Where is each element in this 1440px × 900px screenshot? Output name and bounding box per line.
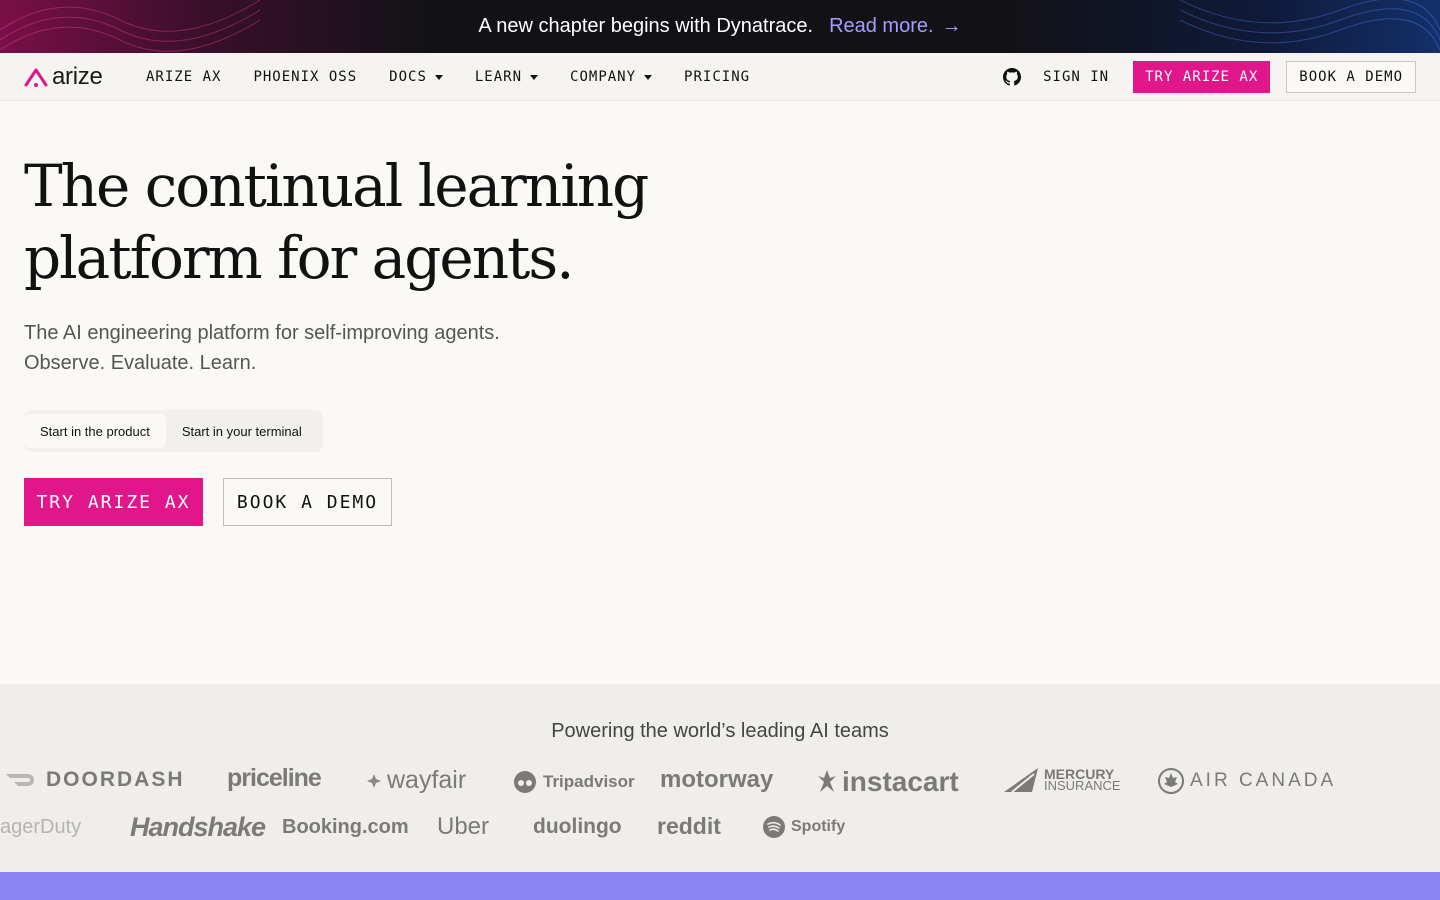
- hero-title-line-1: The continual learning: [24, 152, 649, 220]
- nav-item-phoenix-oss[interactable]: PHOENIX OSS: [253, 69, 357, 85]
- nav-item-arize-ax[interactable]: ARIZE AX: [146, 69, 221, 85]
- motorway-logo: motorway: [660, 766, 773, 794]
- booking-logo: Booking.com: [282, 816, 409, 839]
- brand-name: Booking.com: [282, 816, 409, 838]
- announcement-text: A new chapter begins with Dynatrace.: [478, 15, 814, 37]
- spotify-icon: [763, 816, 785, 838]
- duolingo-logo: duolingo: [533, 815, 622, 839]
- handshake-logo: Handshake: [130, 812, 266, 843]
- nav-item-label: LEARN: [474, 69, 523, 85]
- nav-item-label: ARIZE AX: [146, 69, 222, 85]
- uber-logo: Uber: [437, 813, 489, 841]
- instacart-logo: instacart: [818, 766, 959, 798]
- brand-name: agerDuty: [0, 816, 82, 838]
- wayfair-pinwheel-icon: [367, 773, 381, 788]
- brand-name: Handshake: [130, 812, 266, 842]
- nav-try-arize-button[interactable]: TRY ARIZE AX: [1133, 61, 1271, 93]
- caret-down-icon: [434, 74, 443, 80]
- main-nav: arize ARIZE AX PHOENIX OSS DOCS LEARN CO…: [0, 53, 1440, 101]
- mercury-wing-icon: [1004, 768, 1038, 792]
- mercury-insurance-logo: MERCURY INSURANCE: [1004, 767, 1121, 793]
- brand-name: Spotify: [791, 818, 846, 835]
- brand-name: duolingo: [533, 815, 622, 838]
- announcement-read-more-link[interactable]: Read more. →: [829, 15, 962, 38]
- doordash-icon: [6, 774, 34, 786]
- logos-heading: Powering the world’s leading AI teams: [551, 720, 889, 742]
- hero-title: The continual learning platform for agen…: [24, 150, 724, 294]
- nav-item-learn[interactable]: LEARN: [474, 69, 539, 85]
- nav-item-label: COMPANY: [570, 69, 637, 85]
- nav-item-label: PHOENIX OSS: [253, 69, 358, 85]
- tab-start-in-product[interactable]: Start in the product: [24, 414, 166, 448]
- nav-item-pricing[interactable]: PRICING: [684, 69, 750, 85]
- wayfair-logo: wayfair: [367, 766, 466, 795]
- reddit-logo: reddit: [657, 813, 721, 840]
- arrow-right-icon: →: [941, 15, 962, 37]
- nav-book-demo-button[interactable]: BOOK A DEMO: [1286, 61, 1416, 93]
- decorative-swirl-left: [0, 0, 260, 52]
- tab-start-in-terminal[interactable]: Start in your terminal: [166, 414, 318, 448]
- priceline-logo: priceline: [227, 764, 322, 793]
- nav-item-label: DOCS: [389, 69, 427, 85]
- github-icon[interactable]: [1003, 68, 1022, 86]
- nav-item-label: PRICING: [684, 69, 751, 85]
- hero-heading-block: The continual learning platform for agen…: [24, 150, 724, 294]
- caret-down-icon: [530, 74, 539, 80]
- spotify-logo: Spotify: [763, 816, 845, 838]
- tripadvisor-owl-icon: [514, 771, 536, 793]
- doordash-logo: DOORDASH: [4, 768, 185, 792]
- decorative-swirl-right: [1180, 0, 1440, 51]
- tripadvisor-logo: Tripadvisor: [513, 770, 635, 794]
- maple-leaf-icon: [1158, 768, 1184, 794]
- brand-name: reddit: [657, 813, 721, 839]
- arize-logo-icon: [24, 68, 48, 87]
- nav-item-docs[interactable]: DOCS: [389, 69, 443, 85]
- hero-title-line-2: platform for agents.: [24, 224, 575, 292]
- brand-name: AIR CANADA: [1190, 770, 1337, 791]
- brand-subname: INSURANCE: [1044, 778, 1121, 793]
- nav-links: ARIZE AX PHOENIX OSS DOCS LEARN COMPANY …: [146, 53, 750, 101]
- start-mode-tabs: Start in the product Start in your termi…: [24, 410, 323, 452]
- brand-name: Tripadvisor: [543, 772, 635, 791]
- brand-name: wayfair: [387, 766, 467, 794]
- brand-name: instacart: [842, 766, 959, 797]
- hero-book-demo-button[interactable]: BOOK A DEMO: [223, 478, 392, 526]
- hero-subtitle-line-2: Observe. Evaluate. Learn.: [24, 352, 257, 374]
- hero-subtitle: The AI engineering platform for self-imp…: [24, 318, 584, 378]
- nav-item-company[interactable]: COMPANY: [570, 69, 653, 85]
- nav-actions: SIGN IN TRY ARIZE AX BOOK A DEMO: [1003, 53, 1416, 101]
- brand-name: motorway: [660, 766, 774, 793]
- next-section-band: [0, 872, 1440, 900]
- hero-cta-row: TRY ARIZE AX BOOK A DEMO: [24, 478, 392, 526]
- read-more-label: Read more.: [829, 15, 934, 37]
- arize-logo[interactable]: arize: [24, 65, 103, 89]
- brand-name: priceline: [227, 764, 322, 792]
- caret-down-icon: [644, 74, 653, 80]
- announcement-bar: A new chapter begins with Dynatrace. Rea…: [0, 0, 1440, 53]
- air-canada-logo: AIR CANADA: [1158, 768, 1336, 794]
- mercury-wordmark: MERCURY INSURANCE: [1044, 767, 1121, 793]
- hero-subtitle-line-1: The AI engineering platform for self-imp…: [24, 322, 500, 344]
- hero-try-arize-button[interactable]: TRY ARIZE AX: [24, 478, 203, 526]
- sign-in-link[interactable]: SIGN IN: [1043, 69, 1109, 85]
- brand-name: DOORDASH: [46, 768, 185, 791]
- pagerduty-logo: agerDuty: [0, 816, 81, 839]
- instacart-carrot-icon: [818, 770, 836, 792]
- logo-wordmark: arize: [52, 63, 103, 90]
- brand-name: Uber: [437, 813, 490, 840]
- customer-logos-section: Powering the world’s leading AI teams DO…: [0, 684, 1440, 872]
